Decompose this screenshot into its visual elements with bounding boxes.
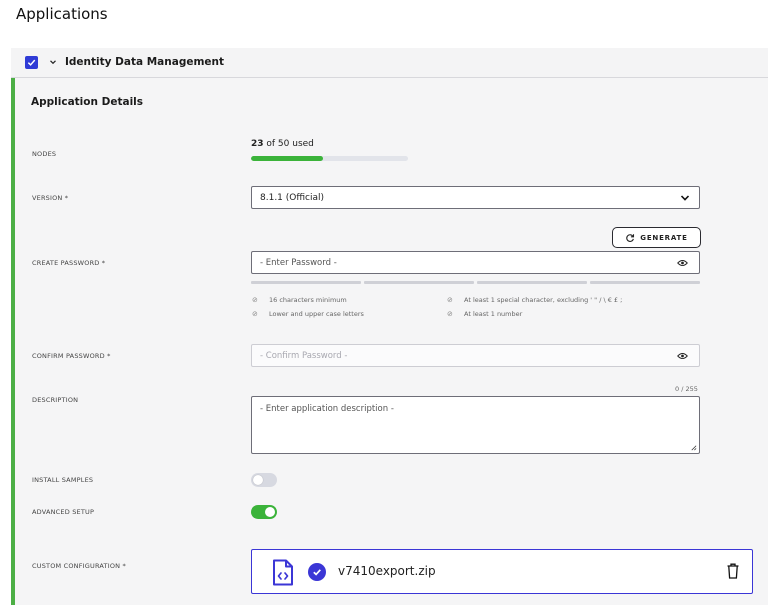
nodes-progress-bar (251, 156, 408, 161)
rule-status-icon: ⊘ (252, 309, 258, 318)
password-rule-text: At least 1 number (464, 310, 523, 318)
description-label: DESCRIPTION (32, 396, 79, 404)
rule-status-icon: ⊘ (252, 295, 258, 304)
toggle-knob (265, 507, 275, 517)
password-rule: ⊘ 16 characters minimum (252, 296, 347, 304)
chevron-down-icon (680, 195, 690, 201)
password-rule-text: Lower and upper case letters (269, 310, 364, 318)
version-label: VERSION * (32, 194, 69, 202)
generate-button[interactable]: GENERATE (612, 227, 701, 248)
nodes-label: NODES (32, 150, 57, 158)
toggle-knob (253, 475, 263, 485)
install-samples-label: INSTALL SAMPLES (32, 476, 94, 484)
password-strength-segment (477, 281, 587, 284)
generate-label: GENERATE (640, 233, 688, 242)
nodes-progress-fill (251, 156, 324, 161)
eye-icon[interactable] (677, 259, 688, 267)
rule-status-icon: ⊘ (447, 309, 453, 318)
section-title: Application Details (31, 96, 144, 108)
refresh-icon (626, 233, 635, 242)
rule-status-icon: ⊘ (447, 295, 453, 304)
eye-icon[interactable] (677, 352, 688, 360)
create-password-input[interactable]: - Enter Password - (251, 251, 700, 274)
password-strength-segment (590, 281, 700, 284)
resize-handle-icon[interactable] (690, 444, 697, 451)
version-value: 8.1.1 (Official) (260, 192, 325, 203)
group-header[interactable]: Identity Data Management (11, 48, 768, 78)
advanced-setup-toggle[interactable] (251, 505, 277, 519)
create-password-label: CREATE PASSWORD * (32, 259, 106, 267)
password-strength-segment (251, 281, 361, 284)
upload-success-icon (308, 563, 326, 581)
create-password-placeholder: - Enter Password - (260, 257, 337, 268)
group-title: Identity Data Management (65, 56, 225, 68)
nodes-usage: 23 of 50 used (251, 139, 314, 149)
description-counter: 0 / 255 (675, 385, 698, 393)
custom-configuration-label: CUSTOM CONFIGURATION * (32, 562, 126, 570)
trash-icon[interactable] (727, 563, 739, 579)
page-title: Applications (16, 5, 108, 23)
password-rule: ⊘ At least 1 special character, excluding… (447, 296, 622, 304)
password-rule: ⊘ At least 1 number (447, 310, 522, 318)
install-samples-toggle[interactable] (251, 473, 277, 487)
check-icon (27, 59, 36, 66)
confirm-password-label: CONFIRM PASSWORD * (32, 352, 111, 360)
advanced-setup-label: ADVANCED SETUP (32, 508, 95, 516)
password-rule: ⊘ Lower and upper case letters (252, 310, 364, 318)
application-details-panel: Application Details NODES 23 of 50 used … (11, 78, 768, 605)
nodes-used: 23 (251, 139, 264, 149)
version-select[interactable]: 8.1.1 (Official) (251, 186, 700, 209)
custom-configuration-upload[interactable]: v7410export.zip (251, 549, 753, 594)
password-strength-segment (364, 281, 474, 284)
nodes-total: of 50 used (263, 139, 314, 149)
group-checkbox[interactable] (25, 56, 38, 69)
confirm-password-input[interactable]: - Confirm Password - (251, 344, 700, 367)
chevron-down-icon[interactable] (48, 57, 58, 67)
code-file-icon (273, 559, 293, 586)
description-textarea[interactable]: - Enter application description - (251, 396, 700, 454)
confirm-password-placeholder: - Confirm Password - (260, 350, 348, 361)
password-rule-text: At least 1 special character, excluding … (464, 296, 623, 304)
uploaded-file-name: v7410export.zip (338, 564, 436, 578)
password-rule-text: 16 characters minimum (269, 296, 347, 304)
description-placeholder: - Enter application description - (260, 404, 394, 414)
